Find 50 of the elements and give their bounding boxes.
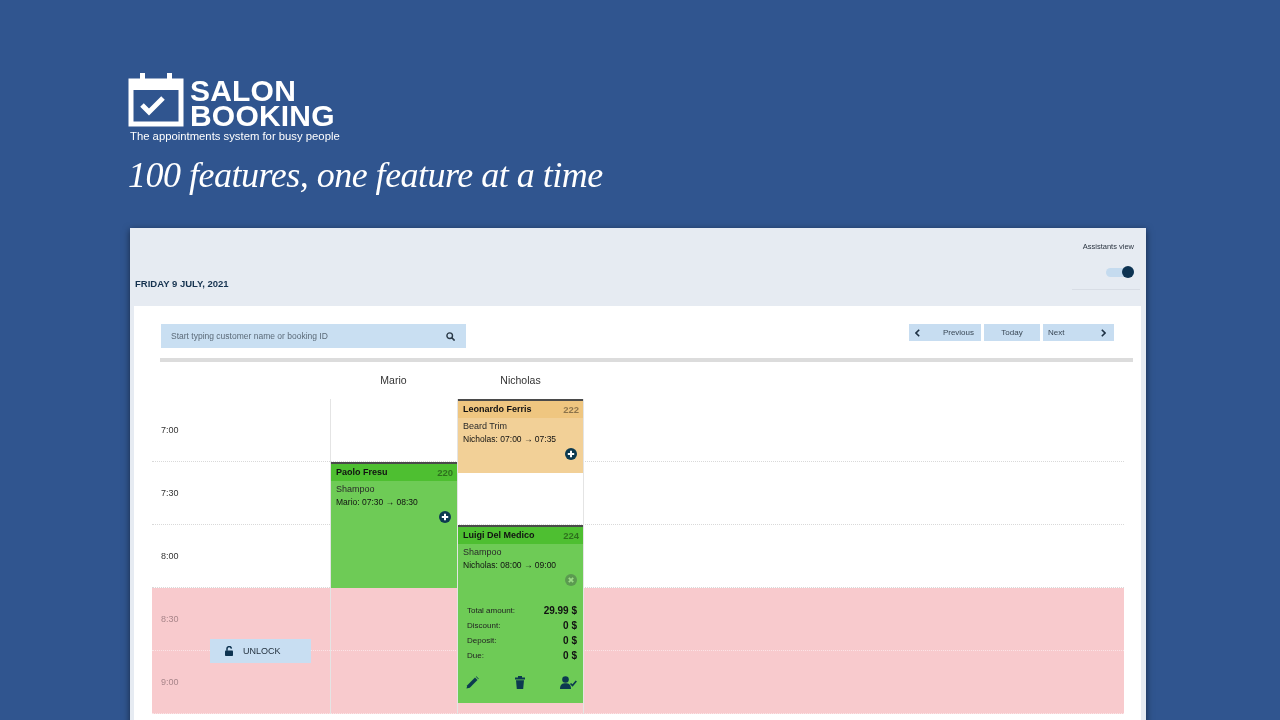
calendar-check-icon (128, 72, 184, 127)
search-icon (446, 331, 455, 341)
pencil-icon[interactable] (466, 675, 479, 689)
next-button[interactable]: Next (1043, 324, 1114, 341)
booking-card[interactable]: Luigi Del Medico 224 Shampoo Nicholas: 08:00 → 09:00 Total amount: 29.99 $ Discount: 0 $ Deposit: 0 $ Due: 0 $ (458, 525, 583, 703)
assistant-name: Nicholas (500, 374, 541, 387)
chevron-left-icon (915, 328, 920, 337)
service-name: Shampoo (463, 546, 503, 559)
time-label: 7:30 (161, 487, 179, 499)
brand-tagline: The appointments system for busy people (130, 129, 340, 143)
customer-name: Leonardo Ferris (463, 404, 532, 415)
customer-name: Luigi Del Medico (463, 530, 535, 541)
service-name: Shampoo (336, 483, 376, 496)
booking-time: Nicholas: 08:00 → 09:00 (463, 559, 558, 572)
search-field[interactable]: Start typing customer name or booking ID (161, 324, 466, 348)
user-check-icon[interactable] (560, 675, 577, 689)
booking-time: Nicholas: 07:00 → 07:35 (463, 433, 558, 446)
amount-value: 0 $ (563, 649, 577, 662)
booking-time: Mario: 07:30 → 08:30 (336, 496, 419, 509)
service-name: Beard Trim (463, 420, 508, 433)
brand-name: SALON BOOKING (190, 78, 335, 128)
amount-label: Due: (467, 650, 484, 661)
booking-id: 224 (563, 530, 579, 541)
plus-circle-icon[interactable] (439, 511, 451, 523)
amount-value: 29.99 $ (543, 604, 577, 617)
amount-value: 0 $ (563, 619, 577, 632)
assistants-view-toggle[interactable] (1106, 266, 1134, 278)
headline: 100 features, one feature at a time (128, 154, 603, 197)
time-label: 8:00 (161, 550, 179, 562)
chevron-right-icon (1101, 328, 1106, 337)
amount-label: Discount: (467, 620, 501, 631)
amount-value: 0 $ (563, 634, 577, 647)
assistant-name: Mario (380, 374, 407, 387)
date-heading: FRIDAY 9 JULY, 2021 (135, 278, 229, 290)
time-label: 7:00 (161, 424, 179, 436)
booking-id: 220 (437, 467, 453, 478)
booking-card[interactable]: Paolo Fresu 220 Shampoo Mario: 07:30 → 08:30 (331, 462, 457, 588)
amount-label: Total amount: (467, 605, 516, 616)
time-label: 9:00 (161, 676, 179, 688)
today-button[interactable]: Today (984, 324, 1040, 341)
customer-name: Paolo Fresu (336, 467, 388, 478)
time-label: 8:30 (161, 613, 179, 625)
amount-label: Deposit: (467, 635, 497, 646)
previous-button[interactable]: Previous (909, 324, 981, 341)
booking-id: 222 (563, 404, 579, 415)
booking-card[interactable]: Leonardo Ferris 222 Beard Trim Nicholas: 07:00 → 07:35 (458, 399, 583, 473)
trash-icon[interactable] (514, 675, 525, 689)
open-padlock-icon (225, 646, 234, 656)
plus-circle-icon[interactable] (565, 448, 577, 460)
unlock-button[interactable]: UNLOCK (210, 639, 311, 663)
